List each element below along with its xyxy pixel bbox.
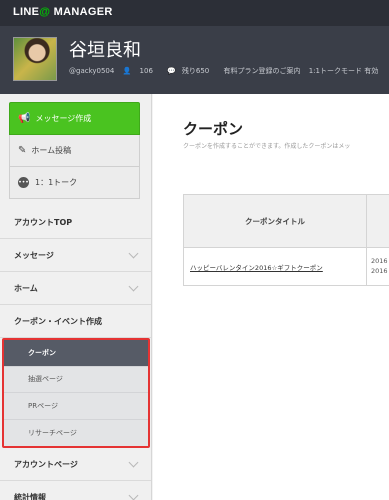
sidebar-item-account-page[interactable]: アカウントページ xyxy=(0,448,151,481)
sidebar-item-account-top[interactable]: アカウントTOP xyxy=(0,206,151,239)
account-name: 谷垣良和 xyxy=(69,40,141,60)
account-info: @gacky0504 👤 106 💬 残り650 有料プラン登録のご案内 1:1ト… xyxy=(69,66,384,76)
sidebar-item-coupon-event[interactable]: クーポン・イベント作成 xyxy=(0,305,151,338)
submenu-item-lottery[interactable]: 抽選ページ xyxy=(4,367,148,393)
main-content: クーポン クーポンを作成することができます。作成したクーポンはメッ クーポンタイ… xyxy=(153,94,389,500)
coupon-event-submenu: クーポン 抽選ページ PRページ リサーチページ xyxy=(2,338,150,448)
table-row: ハッピーバレンタイン2016☆ギフトクーポン 2016 2016 xyxy=(183,248,389,286)
submenu-item-coupon[interactable]: クーポン xyxy=(4,340,148,367)
plan-link[interactable]: 有料プラン登録のご案内 xyxy=(223,67,300,75)
one-on-one-talk-button[interactable]: ••• 1：1トーク xyxy=(9,167,140,199)
account-header: 谷垣良和 @gacky0504 👤 106 💬 残り650 有料プラン登録のご案内… xyxy=(0,26,389,94)
top-bar: LINE@ MANAGER xyxy=(0,0,389,26)
home-post-button[interactable]: ✎ ホーム投稿 xyxy=(9,135,140,167)
create-message-button[interactable]: 📢 メッセージ作成 xyxy=(9,102,140,135)
chevron-down-icon xyxy=(128,281,139,291)
chat-icon: ••• xyxy=(18,177,29,188)
coupon-dates: 2016 2016 xyxy=(371,257,388,275)
coupon-table: クーポンタイトル ハッピーバレンタイン2016☆ギフトクーポン 2016 201… xyxy=(183,194,389,286)
coupon-title-link[interactable]: ハッピーバレンタイン2016☆ギフトクーポン xyxy=(184,248,367,285)
talk-mode-status: 1:1トークモード 有効 xyxy=(308,67,379,75)
page-description: クーポンを作成することができます。作成したクーポンはメッ xyxy=(183,143,351,150)
chevron-down-icon xyxy=(128,490,139,500)
megaphone-icon: 📢 xyxy=(18,113,31,124)
pencil-icon: ✎ xyxy=(18,145,27,156)
page-title: クーポン xyxy=(183,121,244,138)
column-header-coupon-title: クーポンタイトル xyxy=(184,195,367,247)
chevron-down-icon xyxy=(128,248,139,258)
table-header: クーポンタイトル xyxy=(183,195,389,248)
sidebar-item-message[interactable]: メッセージ xyxy=(0,239,151,272)
account-id: @gacky0504 xyxy=(69,67,115,75)
friends-count: 👤 106 xyxy=(122,67,153,75)
sidebar-item-statistics[interactable]: 統計情報 xyxy=(0,481,151,500)
submenu-item-research[interactable]: リサーチページ xyxy=(4,420,148,447)
submenu-item-pr-page[interactable]: PRページ xyxy=(4,393,148,420)
sidebar-item-home[interactable]: ホーム xyxy=(0,272,151,305)
chevron-down-icon xyxy=(128,457,139,467)
person-icon: 👤 xyxy=(122,67,132,75)
sidebar-menu: アカウントTOP メッセージ ホーム クーポン・イベント作成 xyxy=(0,206,151,338)
remaining-messages: 💬 残り650 xyxy=(167,67,210,75)
avatar[interactable] xyxy=(13,37,57,81)
sidebar-bottom-menu: アカウントページ 統計情報 xyxy=(0,448,151,500)
chat-bubble-icon: 💬 xyxy=(167,67,176,75)
column-header-date xyxy=(367,195,389,247)
line-manager-logo[interactable]: LINE@ MANAGER xyxy=(13,6,113,18)
quick-actions: 📢 メッセージ作成 ✎ ホーム投稿 ••• 1：1トーク xyxy=(9,102,140,199)
